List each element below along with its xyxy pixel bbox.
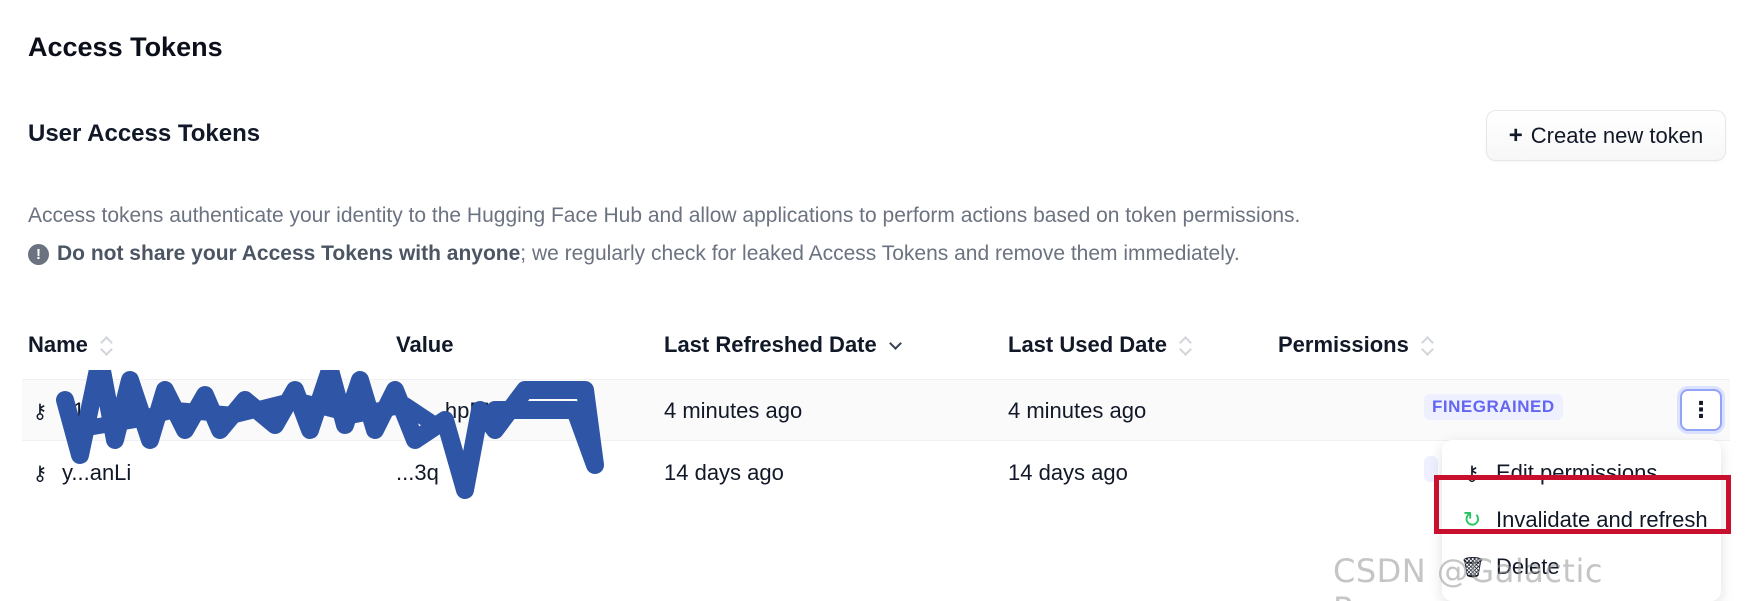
key-icon: ⚷ bbox=[32, 400, 48, 423]
more-vertical-icon: ⋮ bbox=[1690, 397, 1712, 422]
header-last-refreshed-label: Last Refreshed Date bbox=[664, 332, 877, 357]
last-used: 14 days ago bbox=[1008, 460, 1128, 485]
warning-message: Do not share your Access Tokens with any… bbox=[57, 242, 1240, 266]
key-icon: ⚷ bbox=[32, 462, 48, 485]
header-last-used[interactable]: Last Used Date bbox=[1008, 332, 1191, 358]
alert-icon: ! bbox=[28, 243, 49, 265]
token-actions-button[interactable]: ⋮ bbox=[1680, 389, 1722, 431]
sort-active-icon bbox=[889, 335, 901, 355]
plus-icon: + bbox=[1508, 121, 1523, 149]
sort-icon bbox=[1421, 335, 1433, 355]
redaction-stroke bbox=[56, 370, 604, 499]
create-new-token-button[interactable]: + Create new token bbox=[1486, 110, 1726, 161]
page-title: Access Tokens bbox=[28, 32, 223, 62]
last-refreshed: 14 days ago bbox=[664, 460, 784, 485]
last-used: 4 minutes ago bbox=[1008, 398, 1147, 423]
header-name[interactable]: Name bbox=[28, 332, 112, 358]
warning-bold-prefix: Do not share your bbox=[57, 242, 242, 265]
header-last-refreshed[interactable]: Last Refreshed Date bbox=[664, 332, 901, 358]
header-value: Value bbox=[396, 332, 453, 358]
section-title: User Access Tokens bbox=[28, 120, 261, 147]
warning-rest: ; we regularly check for leaked Access T… bbox=[520, 242, 1240, 265]
header-permissions-label: Permissions bbox=[1278, 332, 1409, 357]
header-name-label: Name bbox=[28, 332, 88, 357]
sort-icon bbox=[100, 335, 112, 355]
permission-badge: FINEGRAINED bbox=[1424, 394, 1563, 420]
header-value-label: Value bbox=[396, 332, 454, 357]
redaction-scribble bbox=[56, 370, 604, 499]
description-text: Access tokens authenticate your identity… bbox=[28, 204, 1301, 227]
header-last-used-label: Last Used Date bbox=[1008, 332, 1167, 357]
warning-bold-strong: Access Tokens bbox=[241, 242, 394, 265]
create-new-token-label: Create new token bbox=[1530, 122, 1704, 148]
watermark: CSDN @Galactic Romance. bbox=[1333, 552, 1603, 601]
header-permissions[interactable]: Permissions bbox=[1278, 332, 1433, 358]
warning-bold-suffix: with anyone bbox=[393, 242, 521, 265]
warning-text: ! Do not share your Access Tokens with a… bbox=[28, 242, 1240, 266]
last-refreshed: 4 minutes ago bbox=[664, 398, 803, 423]
sort-icon bbox=[1179, 335, 1191, 355]
highlight-annotation bbox=[1434, 475, 1731, 534]
